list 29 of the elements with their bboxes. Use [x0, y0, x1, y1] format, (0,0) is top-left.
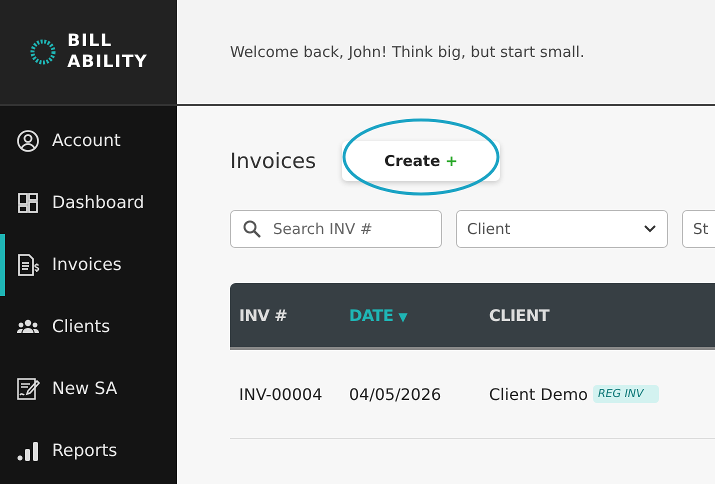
brand-name: ABILITY: [67, 52, 148, 73]
logo-icon: [29, 38, 58, 66]
signed-document-icon: [16, 377, 40, 401]
select-field[interactable]: Client: [456, 210, 668, 248]
dashboard-icon: [16, 191, 40, 215]
invoice-icon: [16, 253, 40, 277]
select-field[interactable]: St: [682, 210, 715, 248]
table-cell: Client Demo: [489, 384, 588, 404]
brand-name: BILL: [67, 31, 114, 52]
table-cell: 04/05/2026: [349, 384, 442, 404]
search-field[interactable]: Search INV #: [230, 210, 442, 248]
column-header[interactable]: CLIENT: [489, 306, 550, 324]
chevron-down-icon: [643, 224, 657, 234]
sidebar-item[interactable]: Invoices: [0, 234, 177, 296]
create-button[interactable]: Create +: [342, 141, 500, 181]
sidebar-item[interactable]: Clients: [0, 296, 177, 358]
account-icon: [16, 129, 40, 153]
search-icon: [242, 219, 262, 239]
sidebar-item[interactable]: Account: [0, 110, 177, 172]
table-cell: INV-00004: [239, 384, 322, 404]
invoice-tag: REG INV: [592, 385, 659, 403]
sidebar-item[interactable]: Dashboard: [0, 172, 177, 234]
bar-chart-icon: [16, 439, 40, 463]
sidebar-item[interactable]: New SA: [0, 358, 177, 420]
column-header[interactable]: INV #: [239, 306, 288, 324]
sidebar-item[interactable]: Reports: [0, 420, 177, 482]
column-header[interactable]: DATE ▼: [349, 306, 408, 324]
page-title: Invoices: [230, 149, 316, 173]
welcome-message: Welcome back, John! Think big, but start small.: [230, 43, 585, 61]
